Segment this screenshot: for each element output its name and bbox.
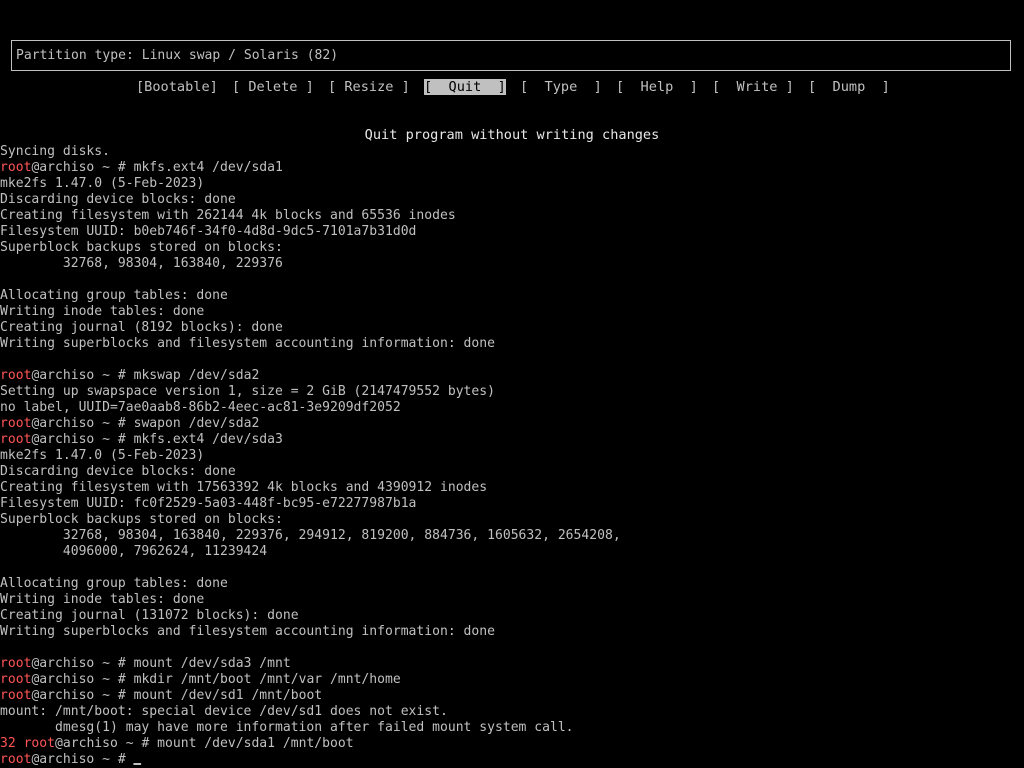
text-cursor[interactable] (133, 763, 142, 765)
prompt-host-path: @archiso ~ # (31, 367, 134, 383)
menu-item-dump[interactable]: [ Dump ] (808, 79, 890, 95)
output-line: dmesg(1) may have more information after… (0, 719, 574, 735)
output-line: 32768, 98304, 163840, 229376 (0, 255, 283, 271)
output-line: Allocating group tables: done (0, 575, 228, 591)
partition-type-text: Partition type: Linux swap / Solaris (82… (16, 47, 339, 63)
command-text: mkfs.ext4 /dev/sda3 (133, 431, 283, 447)
prompt-user: root (0, 671, 32, 687)
prompt-host-path: @archiso ~ # (55, 735, 158, 751)
prompt-host-path: @archiso ~ # (31, 671, 134, 687)
output-line: Creating filesystem with 17563392 4k blo… (0, 479, 488, 495)
menu-item-resize[interactable]: [ Resize ] (328, 79, 410, 95)
output-line: mke2fs 1.47.0 (5-Feb-2023) (0, 175, 205, 191)
output-line: 32768, 98304, 163840, 229376, 294912, 81… (0, 527, 621, 543)
prompt-user: root (0, 687, 32, 703)
prompt-line: root@archiso ~ # mount /dev/sd1 /mnt/boo… (0, 687, 322, 703)
prompt-line: root@archiso ~ # swapon /dev/sda2 (0, 415, 259, 431)
output-line: 4096000, 7962624, 11239424 (0, 543, 268, 559)
prompt-line: root@archiso ~ # (0, 751, 142, 767)
menu-item-type[interactable]: [ Type ] (520, 79, 602, 95)
command-text: mkswap /dev/sda2 (133, 367, 260, 383)
prompt-user: root (0, 431, 32, 447)
prompt-line: root@archiso ~ # mount /dev/sda3 /mnt (0, 655, 291, 671)
prompt-line: root@archiso ~ # mkfs.ext4 /dev/sda1 (0, 159, 283, 175)
prompt-user: root (0, 751, 32, 767)
command-text: mount /dev/sda1 /mnt/boot (157, 735, 354, 751)
output-line: mke2fs 1.47.0 (5-Feb-2023) (0, 447, 205, 463)
menu-item-delete[interactable]: [ Delete ] (232, 79, 314, 95)
prompt-host-path: @archiso ~ # (31, 655, 134, 671)
menu-item-bootable[interactable]: [Bootable] (136, 79, 218, 95)
output-line: Filesystem UUID: fc0f2529-5a03-448f-bc95… (0, 495, 417, 511)
prompt-user: root (0, 367, 32, 383)
output-line: Allocating group tables: done (0, 287, 228, 303)
output-line: Filesystem UUID: b0eb746f-34f0-4d8d-9dc5… (0, 223, 417, 239)
output-line: Discarding device blocks: done (0, 463, 236, 479)
prompt-host-path: @archiso ~ # (31, 431, 134, 447)
prompt-user: root (0, 655, 32, 671)
output-line: Writing inode tables: done (0, 591, 205, 607)
output-line: Writing superblocks and filesystem accou… (0, 623, 495, 639)
command-text: mkdir /mnt/boot /mnt/var /mnt/home (133, 671, 401, 687)
prompt-host-path: @archiso ~ # (31, 687, 134, 703)
command-text: mount /dev/sda3 /mnt (133, 655, 291, 671)
output-line: Writing superblocks and filesystem accou… (0, 335, 495, 351)
prompt-line: root@archiso ~ # mkdir /mnt/boot /mnt/va… (0, 671, 401, 687)
output-line: Superblock backups stored on blocks: (0, 511, 283, 527)
output-line: Superblock backups stored on blocks: (0, 239, 283, 255)
output-line: Writing inode tables: done (0, 303, 205, 319)
output-line: no label, UUID=7ae0aab8-86b2-4eec-ac81-3… (0, 399, 401, 415)
exit-status-code: 32 (0, 735, 16, 751)
menu-item-write[interactable]: [ Write ] (712, 79, 794, 95)
output-line: Setting up swapspace version 1, size = 2… (0, 383, 495, 399)
prompt-line: 32 root@archiso ~ # mount /dev/sda1 /mnt… (0, 735, 354, 751)
prompt-line: root@archiso ~ # mkfs.ext4 /dev/sda3 (0, 431, 283, 447)
output-line: Syncing disks. (0, 143, 110, 159)
prompt-host-path: @archiso ~ # (31, 415, 134, 431)
menu-item-quit[interactable]: [ Quit ] (424, 79, 506, 95)
output-line: Creating filesystem with 262144 4k block… (0, 207, 456, 223)
output-line: Creating journal (131072 blocks): done (0, 607, 299, 623)
output-line: mount: /mnt/boot: special device /dev/sd… (0, 703, 448, 719)
command-text: mount /dev/sd1 /mnt/boot (133, 687, 323, 703)
prompt-host-path: @archiso ~ # (31, 159, 134, 175)
menu-item-help[interactable]: [ Help ] (616, 79, 698, 95)
command-text: swapon /dev/sda2 (133, 415, 260, 431)
prompt-line: root@archiso ~ # mkswap /dev/sda2 (0, 367, 259, 383)
output-line: Creating journal (8192 blocks): done (0, 319, 283, 335)
prompt-user: root (23, 735, 56, 751)
prompt-user: root (0, 159, 32, 175)
prompt-user: root (0, 415, 32, 431)
menu-help-text: Quit program without writing changes (364, 127, 660, 143)
command-text: mkfs.ext4 /dev/sda1 (133, 159, 283, 175)
output-line: Discarding device blocks: done (0, 191, 236, 207)
partition-type-box: Partition type: Linux swap / Solaris (82… (11, 40, 1011, 71)
prompt-host-path: @archiso ~ # (31, 751, 134, 767)
